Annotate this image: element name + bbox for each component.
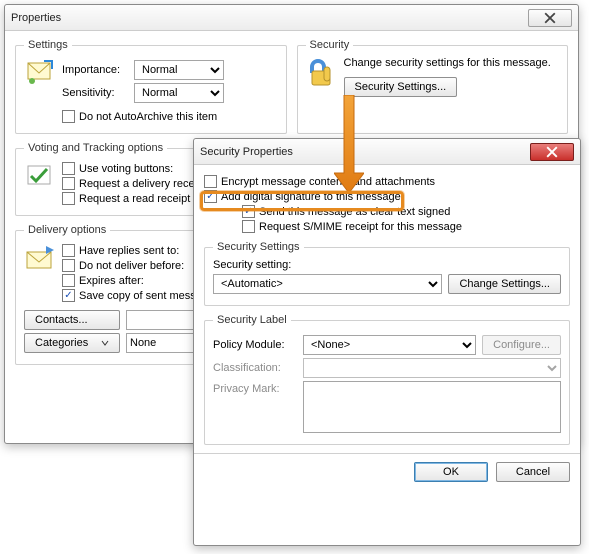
properties-titlebar: Properties — [5, 5, 578, 31]
sec-label-legend: Security Label — [213, 314, 291, 326]
smime-checkbox[interactable] — [242, 220, 255, 233]
sec-setting-select[interactable]: <Automatic> — [213, 274, 442, 294]
delivery-receipt-label: Request a delivery receipt — [79, 178, 206, 190]
delivery-icon — [24, 242, 56, 274]
deliver-before-checkbox[interactable] — [62, 259, 75, 272]
privacy-mark-label: Privacy Mark: — [213, 381, 297, 395]
voting-legend: Voting and Tracking options — [24, 142, 167, 154]
sec-setting-label: Security setting: — [213, 259, 561, 271]
security-properties-dialog: Security Properties Encrypt message cont… — [193, 138, 581, 546]
expires-after-label: Expires after: — [79, 275, 144, 287]
use-voting-label: Use voting buttons: — [79, 163, 173, 175]
settings-legend: Settings — [24, 39, 72, 51]
use-voting-checkbox[interactable] — [62, 162, 75, 175]
delivery-legend: Delivery options — [24, 224, 110, 236]
importance-select[interactable]: Normal — [134, 60, 224, 80]
classification-label: Classification: — [213, 362, 297, 374]
policy-module-label: Policy Module: — [213, 339, 297, 351]
secprops-titlebar: Security Properties — [194, 139, 580, 165]
classification-select — [303, 358, 561, 378]
autoarchive-checkbox[interactable] — [62, 110, 75, 123]
secprops-title: Security Properties — [200, 146, 530, 158]
read-receipt-label: Request a read receipt — [79, 193, 190, 205]
read-receipt-checkbox[interactable] — [62, 192, 75, 205]
sensitivity-select[interactable]: Normal — [134, 83, 224, 103]
encrypt-label: Encrypt message contents and attachments — [221, 176, 435, 188]
chevron-down-icon — [101, 339, 109, 347]
properties-title: Properties — [11, 12, 528, 24]
change-settings-button[interactable]: Change Settings... — [448, 274, 561, 294]
save-copy-checkbox[interactable] — [62, 289, 75, 302]
close-icon — [544, 12, 556, 24]
security-legend: Security — [306, 39, 354, 51]
categories-button[interactable]: Categories — [24, 333, 120, 353]
have-replies-checkbox[interactable] — [62, 244, 75, 257]
configure-button: Configure... — [482, 335, 561, 355]
deliver-before-label: Do not deliver before: — [79, 260, 184, 272]
contacts-button[interactable]: Contacts... — [24, 310, 120, 330]
sec-settings-legend: Security Settings — [213, 241, 304, 253]
expires-after-checkbox[interactable] — [62, 274, 75, 287]
security-desc: Change security settings for this messag… — [344, 57, 551, 69]
cleartext-label: Send this message as clear text signed — [259, 206, 450, 218]
settings-icon — [24, 57, 56, 89]
voting-icon — [24, 160, 56, 192]
autoarchive-label: Do not AutoArchive this item — [79, 111, 217, 123]
smime-label: Request S/MIME receipt for this message — [259, 221, 462, 233]
importance-label: Importance: — [62, 64, 134, 76]
security-icon — [306, 57, 338, 89]
ok-button[interactable]: OK — [414, 462, 488, 482]
sensitivity-label: Sensitivity: — [62, 87, 134, 99]
encrypt-checkbox[interactable] — [204, 175, 217, 188]
policy-module-select[interactable]: <None> — [303, 335, 476, 355]
have-replies-label: Have replies sent to: — [79, 245, 179, 257]
cleartext-checkbox[interactable] — [242, 205, 255, 218]
add-signature-checkbox[interactable] — [204, 190, 217, 203]
privacy-mark-field — [303, 381, 561, 433]
close-icon — [546, 146, 558, 158]
cancel-button[interactable]: Cancel — [496, 462, 570, 482]
add-signature-label: Add digital signature to this message — [221, 191, 401, 203]
security-settings-button[interactable]: Security Settings... — [344, 77, 458, 97]
properties-close-button[interactable] — [528, 9, 572, 27]
delivery-receipt-checkbox[interactable] — [62, 177, 75, 190]
secprops-close-button[interactable] — [530, 143, 574, 161]
